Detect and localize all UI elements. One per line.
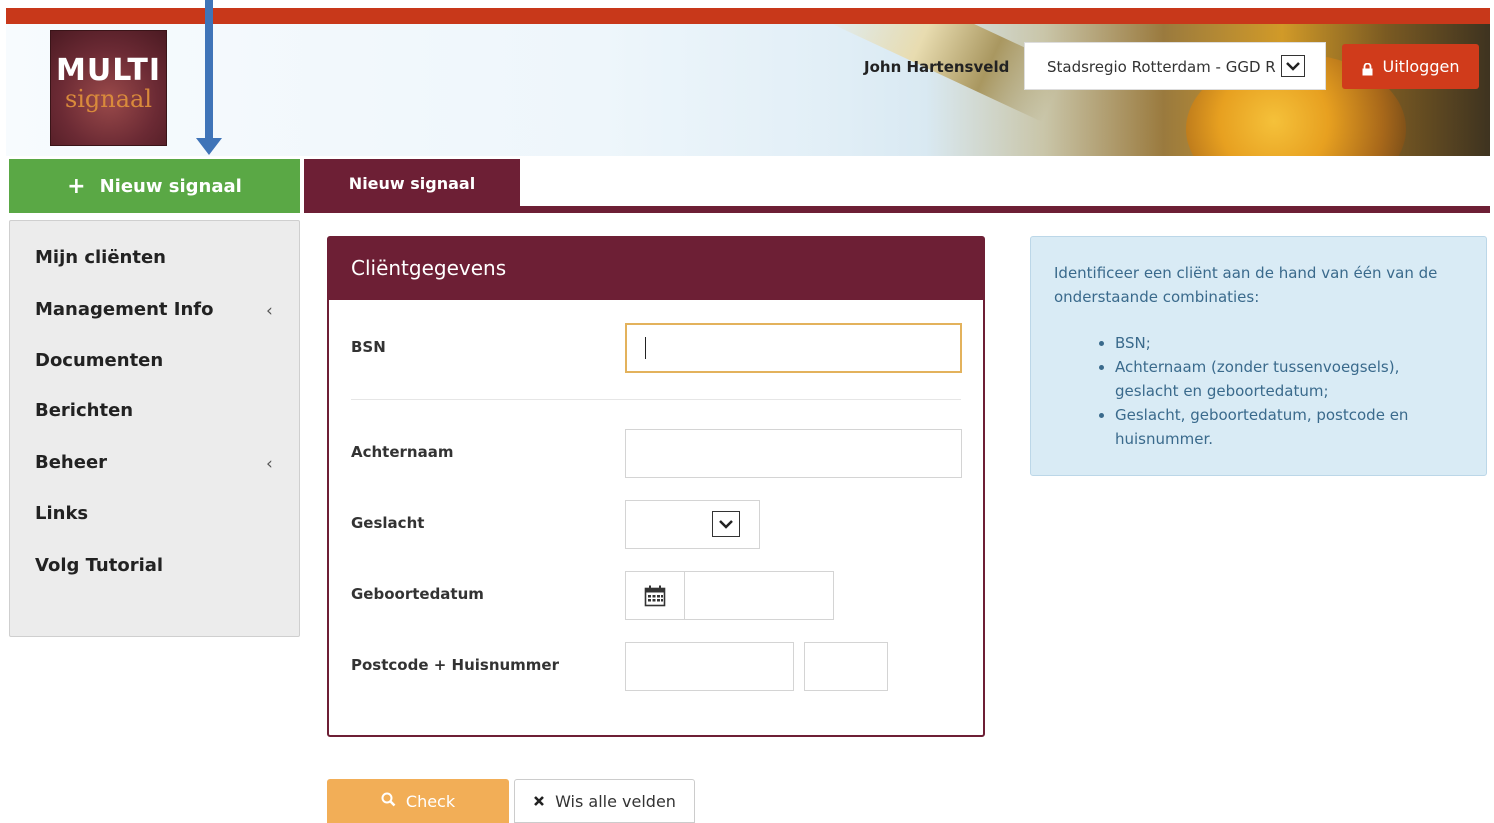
- search-icon: [381, 792, 396, 811]
- top-accent-bar: [6, 8, 1490, 24]
- info-list-item: Geslacht, geboortedatum, postcode en hui…: [1115, 403, 1455, 451]
- bsn-input[interactable]: [625, 323, 962, 373]
- chevron-down-icon[interactable]: [712, 511, 740, 537]
- sidebar-menu: Mijn cliënten Management Info ‹ Document…: [9, 220, 300, 637]
- annotation-arrow-head-icon: [196, 138, 222, 155]
- sidebar-item-berichten[interactable]: Berichten: [35, 400, 133, 421]
- new-signal-label: Nieuw signaal: [99, 175, 242, 197]
- huisnummer-input[interactable]: [804, 642, 888, 691]
- geboortedatum-label: Geboortedatum: [351, 585, 484, 603]
- organization-select[interactable]: Stadsregio Rotterdam - GGD R: [1024, 42, 1326, 90]
- postcode-input[interactable]: [625, 642, 794, 691]
- sidebar-item-volg-tutorial[interactable]: Volg Tutorial: [35, 555, 163, 576]
- panel-title: Cliëntgegevens: [351, 256, 507, 280]
- check-label: Check: [405, 791, 456, 811]
- plus-icon: +: [67, 173, 86, 199]
- close-icon: [533, 792, 545, 811]
- text-caret: [645, 337, 646, 359]
- geboortedatum-input[interactable]: [625, 571, 834, 620]
- logout-button[interactable]: Uitloggen: [1342, 44, 1479, 89]
- organization-select-value: Stadsregio Rotterdam - GGD R: [1047, 58, 1276, 76]
- clear-label: Wis alle velden: [555, 791, 676, 811]
- info-intro: Identificeer een cliënt aan de hand van …: [1054, 264, 1438, 306]
- achternaam-input[interactable]: [625, 429, 962, 478]
- new-signal-button[interactable]: + Nieuw signaal: [9, 159, 300, 213]
- form-divider: [351, 399, 961, 400]
- tab-nieuw-signaal[interactable]: Nieuw signaal: [304, 159, 520, 207]
- info-box: Identificeer een cliënt aan de hand van …: [1030, 236, 1487, 476]
- multisignaal-logo[interactable]: MULTI signaal: [50, 30, 167, 146]
- tab-label: Nieuw signaal: [348, 173, 476, 193]
- postcode-huisnummer-label: Postcode + Huisnummer: [351, 656, 560, 674]
- sidebar-item-mijn-clienten[interactable]: Mijn cliënten: [35, 247, 166, 268]
- chevron-down-icon[interactable]: [1281, 55, 1305, 77]
- clear-fields-button[interactable]: Wis alle velden: [514, 779, 695, 823]
- info-list-item: Achternaam (zonder tussenvoegsels), gesl…: [1115, 355, 1455, 403]
- geslacht-select[interactable]: [625, 500, 760, 549]
- lock-icon: [1362, 61, 1373, 75]
- panel-header: Cliëntgegevens: [329, 238, 983, 300]
- check-button[interactable]: Check: [327, 779, 509, 823]
- sidebar-item-documenten[interactable]: Documenten: [35, 350, 163, 371]
- chevron-left-icon[interactable]: ‹: [266, 301, 273, 321]
- sidebar-item-links[interactable]: Links: [35, 503, 88, 524]
- sidebar-item-beheer[interactable]: Beheer: [35, 452, 107, 473]
- user-name: John Hartensveld: [864, 58, 1010, 76]
- info-list: BSN; Achternaam (zonder tussenvoegsels),…: [1093, 331, 1455, 451]
- geslacht-label: Geslacht: [351, 514, 425, 532]
- achternaam-label: Achternaam: [351, 443, 454, 461]
- logo-text-signaal: signaal: [64, 85, 153, 113]
- chevron-left-icon[interactable]: ‹: [266, 454, 273, 474]
- logout-label: Uitloggen: [1382, 57, 1460, 76]
- info-list-item: BSN;: [1115, 331, 1455, 355]
- bsn-label: BSN: [351, 338, 386, 356]
- tab-bar-underline: [304, 206, 1490, 213]
- client-data-panel: Cliëntgegevens BSN Achternaam Geslacht G…: [327, 236, 985, 737]
- sidebar-item-management-info[interactable]: Management Info: [35, 299, 213, 320]
- calendar-icon[interactable]: [626, 572, 685, 619]
- logo-text-multi: MULTI: [56, 53, 161, 88]
- annotation-arrow-shaft: [205, 0, 213, 140]
